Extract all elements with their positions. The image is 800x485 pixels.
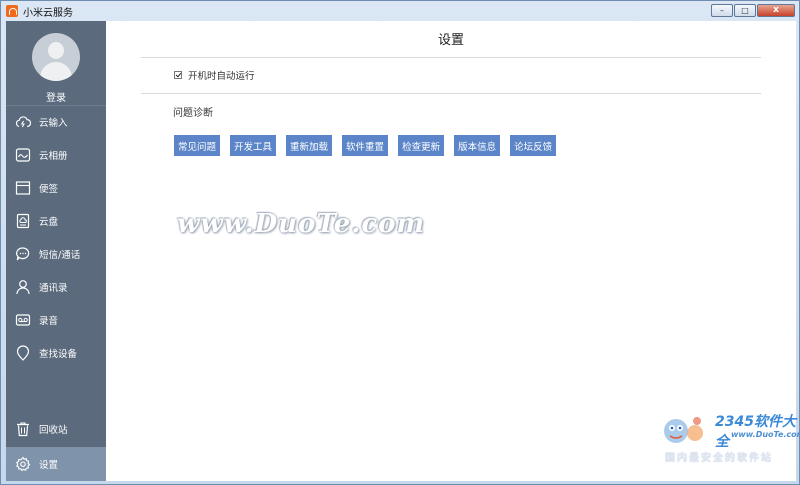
minimize-button[interactable]: – (711, 4, 733, 17)
sidebar-item-trash[interactable]: 回收站 (6, 414, 106, 444)
cloud-input-icon (15, 116, 31, 128)
sidebar-item-messages[interactable]: 短信/通话 (6, 239, 106, 269)
sidebar-item-label: 短信/通话 (39, 250, 81, 261)
sidebar-item-find-device[interactable]: 查找设备 (6, 338, 106, 368)
sidebar-item-notes[interactable]: 便签 (6, 173, 106, 203)
window-title: 小米云服务 (23, 7, 73, 19)
sidebar-item-label: 录音 (39, 316, 59, 327)
mi-cloud-logo-icon (6, 5, 18, 17)
section-divider (141, 93, 761, 94)
autorun-checkbox[interactable] (174, 71, 182, 79)
notes-icon (15, 181, 31, 195)
diagnostics-buttons: 常见问题 开发工具 重新加载 软件重置 检查更新 版本信息 论坛反馈 (174, 135, 566, 156)
mascot-icon (664, 417, 703, 443)
sidebar-item-recording[interactable]: 录音 (6, 305, 106, 335)
check-update-button[interactable]: 检查更新 (398, 135, 445, 156)
corner-url-text: www.DuoTe.com (731, 430, 800, 439)
sidebar-item-photo-album[interactable]: 云相册 (6, 140, 106, 170)
autorun-label: 开机时自动运行 (188, 71, 255, 82)
find-device-icon (16, 345, 30, 361)
sidebar-item-cloud-drive[interactable]: 云盘 (6, 206, 106, 236)
maximize-button[interactable]: □ (734, 4, 756, 17)
version-info-button[interactable]: 版本信息 (454, 135, 501, 156)
sidebar-item-label: 设置 (39, 460, 59, 471)
sidebar-item-label: 云相册 (39, 151, 68, 162)
forum-feedback-button[interactable]: 论坛反馈 (510, 135, 557, 156)
corner-slogan-text: 国内最安全的软件站 (665, 453, 773, 464)
sidebar-item-label: 云输入 (39, 118, 68, 129)
sidebar-item-settings[interactable]: 设置 (6, 447, 106, 481)
window-controls: – □ x (711, 4, 795, 17)
sidebar-item-cloud-input[interactable]: 云输入 (6, 107, 106, 137)
gear-icon (16, 456, 31, 472)
corner-watermark-logo: 2345软件大全 www.DuoTe.com 国内最安全的软件站 (659, 403, 800, 483)
avatar[interactable] (32, 33, 80, 81)
sidebar-divider (6, 105, 106, 106)
sidebar-item-contacts[interactable]: 通讯录 (6, 272, 106, 302)
diagnostics-title: 问题诊断 (173, 108, 213, 119)
cloud-drive-icon (16, 213, 30, 229)
sidebar-item-label: 查找设备 (39, 349, 78, 360)
sidebar: 登录 云输入 云相册 便签 云盘 短信/通话 通讯录 录音 查找设备 回收站 设… (6, 21, 106, 481)
duote-watermark: www.DuoTe.com (177, 209, 426, 239)
title-divider (141, 57, 761, 58)
photo-album-icon (15, 148, 31, 162)
close-button[interactable]: x (757, 4, 795, 17)
avatar-body (40, 62, 72, 81)
contacts-icon (16, 280, 30, 295)
autorun-option[interactable]: 开机时自动运行 (174, 68, 255, 82)
sidebar-item-label: 回收站 (39, 425, 68, 436)
app-window: 小米云服务 – □ x 登录 云输入 云相册 便签 云盘 短信/通话 通讯录 录… (0, 0, 800, 485)
reload-button[interactable]: 重新加载 (286, 135, 333, 156)
avatar-head (48, 42, 64, 59)
page-title: 设置 (437, 33, 464, 48)
message-icon (16, 247, 30, 261)
recording-icon (15, 314, 31, 326)
sidebar-item-label: 通讯录 (39, 283, 68, 294)
dev-tools-button[interactable]: 开发工具 (230, 135, 277, 156)
sidebar-item-label: 便签 (39, 184, 59, 195)
trash-icon (17, 422, 29, 437)
reset-software-button[interactable]: 软件重置 (342, 135, 389, 156)
sidebar-item-label: 云盘 (39, 217, 59, 228)
faq-button[interactable]: 常见问题 (174, 135, 221, 156)
title-bar[interactable]: 小米云服务 – □ x (1, 1, 799, 21)
login-link[interactable]: 登录 (6, 89, 106, 104)
